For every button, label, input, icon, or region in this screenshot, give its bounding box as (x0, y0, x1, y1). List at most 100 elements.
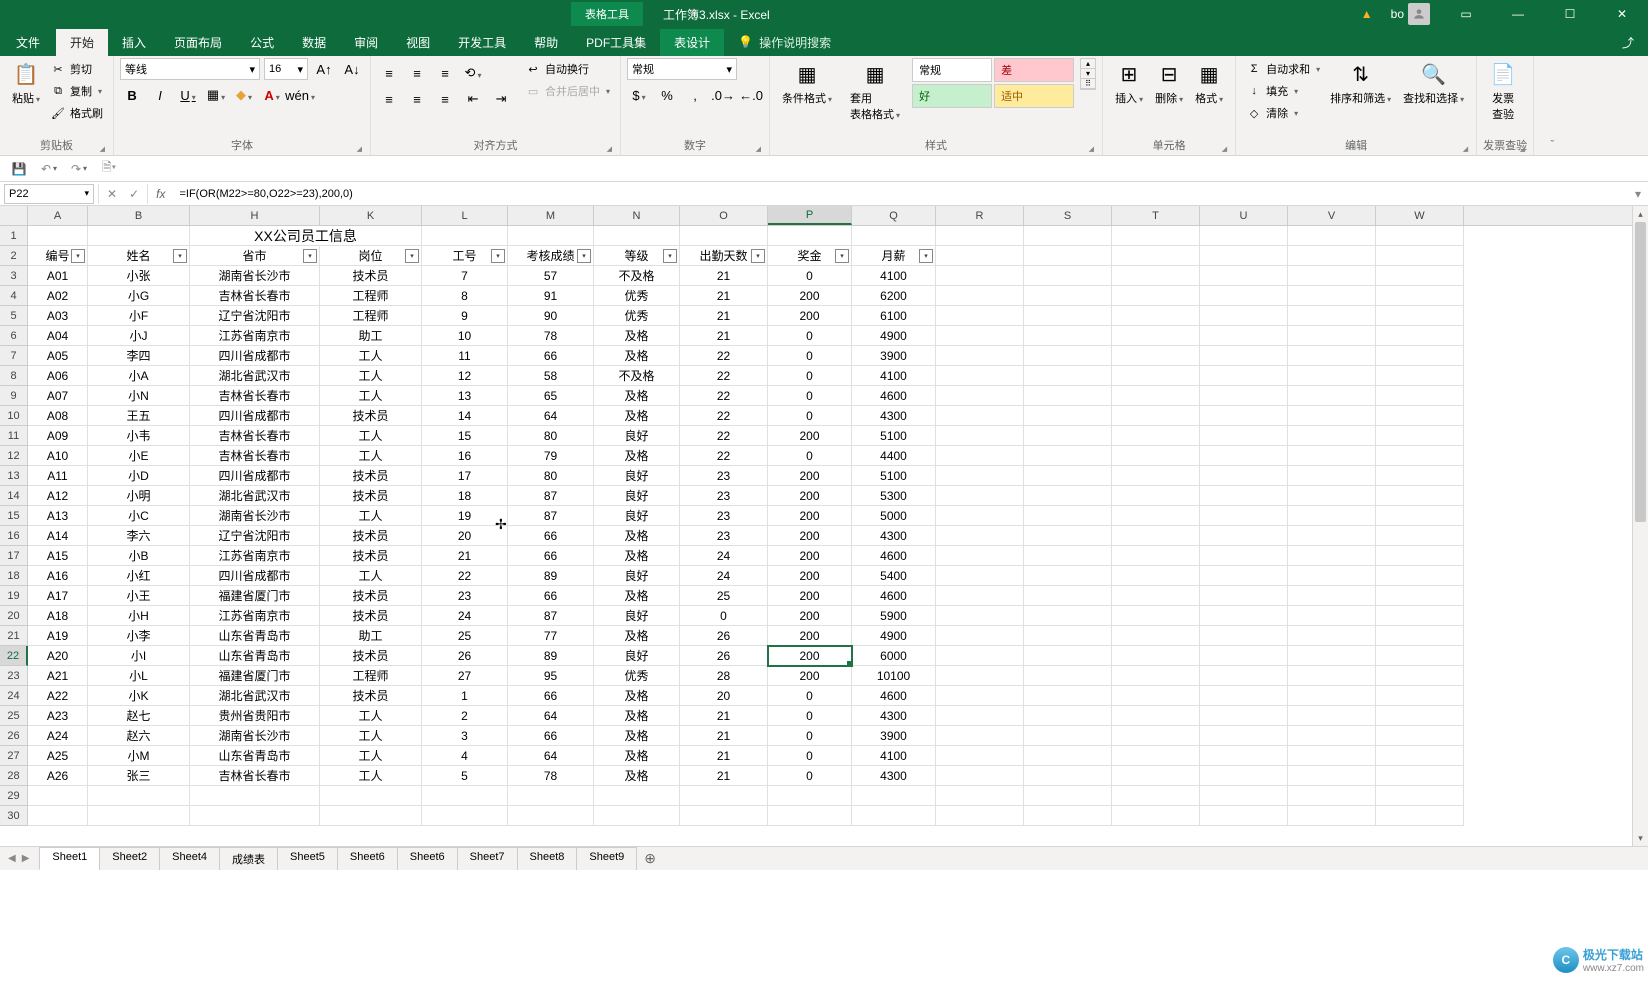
cell[interactable]: 200 (768, 566, 852, 586)
sheet-tab[interactable]: Sheet4 (159, 847, 220, 870)
cell[interactable]: 23 (680, 486, 768, 506)
fill-color-button[interactable]: ◆ (232, 84, 256, 106)
cell[interactable]: 23 (422, 586, 508, 606)
cell[interactable]: 22 (680, 366, 768, 386)
cell[interactable]: 80 (508, 426, 594, 446)
sheet-nav[interactable]: ◀▶ (8, 853, 39, 864)
cell[interactable]: 4 (422, 746, 508, 766)
cell[interactable]: 山东省青岛市 (190, 626, 320, 646)
cell[interactable]: A26 (28, 766, 88, 786)
cell[interactable] (1024, 466, 1112, 486)
cell[interactable] (1112, 286, 1200, 306)
cell[interactable]: 小N (88, 386, 190, 406)
cell[interactable]: 78 (508, 766, 594, 786)
cell[interactable] (1288, 226, 1376, 246)
cell[interactable]: 17 (422, 466, 508, 486)
cell[interactable]: 赵六 (88, 726, 190, 746)
cell[interactable]: 工人 (320, 746, 422, 766)
cell[interactable] (508, 806, 594, 826)
row-header[interactable]: 2 (0, 246, 28, 266)
cell[interactable]: 22 (680, 386, 768, 406)
cell[interactable] (936, 306, 1024, 326)
cell[interactable] (1376, 446, 1464, 466)
cell[interactable] (1376, 346, 1464, 366)
cell[interactable] (852, 226, 936, 246)
row-header[interactable]: 5 (0, 306, 28, 326)
scroll-up-button[interactable]: ▴ (1633, 206, 1648, 222)
sheet-tab[interactable]: 成绩表 (219, 847, 278, 870)
cell[interactable] (1288, 286, 1376, 306)
row-header[interactable]: 25 (0, 706, 28, 726)
table-header[interactable]: 奖金▾ (768, 246, 852, 266)
cell[interactable]: A15 (28, 546, 88, 566)
cell[interactable] (1024, 746, 1112, 766)
cell[interactable] (1024, 426, 1112, 446)
cell[interactable]: 200 (768, 306, 852, 326)
cell[interactable] (936, 606, 1024, 626)
format-as-table-button[interactable]: ▦套用 表格格式 (844, 58, 906, 124)
cell[interactable]: 4300 (852, 526, 936, 546)
column-header[interactable]: N (594, 206, 680, 225)
italic-button[interactable]: I (148, 84, 172, 106)
cell[interactable] (1200, 466, 1288, 486)
cell[interactable]: A16 (28, 566, 88, 586)
cell[interactable] (1200, 386, 1288, 406)
cell[interactable]: 及格 (594, 626, 680, 646)
cell[interactable]: 工程师 (320, 286, 422, 306)
cell[interactable]: 21 (680, 306, 768, 326)
cell[interactable]: 4300 (852, 706, 936, 726)
number-format-select[interactable]: 常规▾ (627, 58, 737, 80)
format-cells-button[interactable]: ▦格式 (1189, 58, 1229, 108)
cell[interactable]: 200 (768, 466, 852, 486)
cell[interactable] (1200, 586, 1288, 606)
column-header[interactable]: W (1376, 206, 1464, 225)
cell[interactable]: 8 (422, 286, 508, 306)
filter-dropdown-icon[interactable]: ▾ (491, 249, 505, 263)
cell[interactable]: 16 (422, 446, 508, 466)
cell[interactable]: 21 (680, 706, 768, 726)
align-right-button[interactable]: ≡ (433, 88, 457, 110)
cell[interactable]: 辽宁省沈阳市 (190, 306, 320, 326)
cell[interactable] (1112, 466, 1200, 486)
decrease-indent-button[interactable]: ⇤ (461, 88, 485, 110)
cell[interactable]: 技术员 (320, 686, 422, 706)
cell[interactable] (1376, 586, 1464, 606)
cell[interactable] (936, 286, 1024, 306)
row-header[interactable]: 29 (0, 786, 28, 806)
cell[interactable]: 吉林省长春市 (190, 286, 320, 306)
scroll-down-icon[interactable]: ▾ (1081, 69, 1095, 79)
cell[interactable]: 四川省成都市 (190, 406, 320, 426)
cell[interactable]: 5100 (852, 466, 936, 486)
cell[interactable] (1376, 726, 1464, 746)
column-header[interactable]: P (768, 206, 852, 225)
cell[interactable] (1200, 726, 1288, 746)
cell[interactable]: 23 (680, 526, 768, 546)
table-header[interactable]: 编号▾ (28, 246, 88, 266)
cell[interactable]: 90 (508, 306, 594, 326)
table-header[interactable]: 考核成绩▾ (508, 246, 594, 266)
invoice-check-button[interactable]: 📄发票 查验 (1483, 58, 1523, 124)
cell[interactable]: 6100 (852, 306, 936, 326)
row-header[interactable]: 30 (0, 806, 28, 826)
cell[interactable]: 5300 (852, 486, 936, 506)
cell[interactable] (936, 326, 1024, 346)
cell[interactable]: 江苏省南京市 (190, 606, 320, 626)
cancel-formula-button[interactable]: ✕ (107, 187, 117, 201)
more-styles-icon[interactable]: ⠿ (1081, 79, 1095, 89)
cell[interactable]: 吉林省长春市 (190, 426, 320, 446)
minimize-button[interactable]: — (1496, 0, 1540, 28)
cell[interactable]: 22 (680, 426, 768, 446)
cell[interactable] (1112, 586, 1200, 606)
cell[interactable]: 小M (88, 746, 190, 766)
cell[interactable]: 57 (508, 266, 594, 286)
cell[interactable] (1024, 786, 1112, 806)
cell[interactable] (1288, 306, 1376, 326)
cell[interactable]: 小C (88, 506, 190, 526)
column-header[interactable]: B (88, 206, 190, 225)
cell[interactable] (1376, 766, 1464, 786)
cell[interactable] (1024, 486, 1112, 506)
cell[interactable]: 小G (88, 286, 190, 306)
cell[interactable]: 小A (88, 366, 190, 386)
cell[interactable] (1288, 606, 1376, 626)
cell[interactable]: 0 (680, 606, 768, 626)
